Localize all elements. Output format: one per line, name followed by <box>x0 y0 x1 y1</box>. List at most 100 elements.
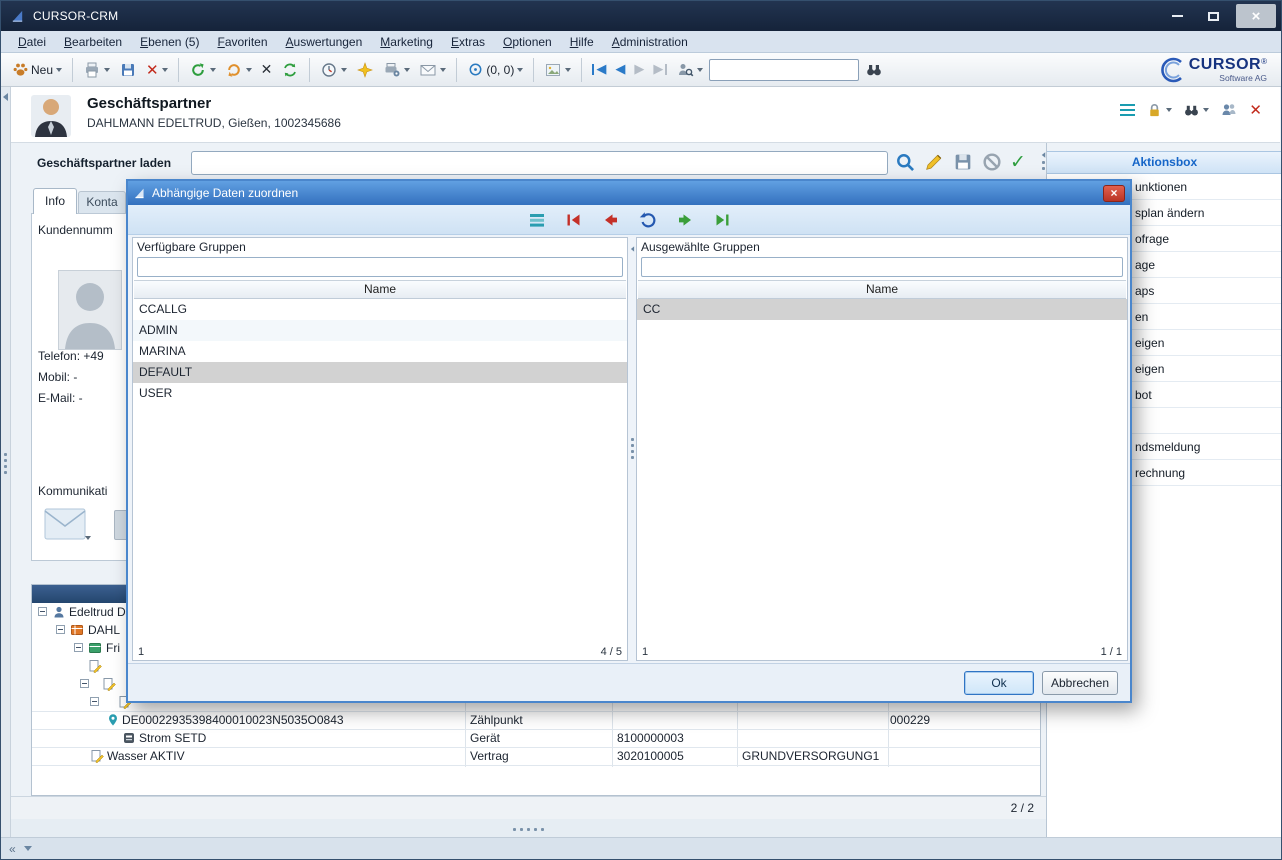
menu-hamburger-icon[interactable] <box>1120 104 1135 117</box>
favorite-button[interactable] <box>353 59 377 81</box>
group-row[interactable]: MARINA <box>133 341 627 362</box>
left-splitter-handle[interactable] <box>1 453 10 474</box>
available-groups-filter-input[interactable] <box>137 257 623 277</box>
redo-dropdown-icon[interactable] <box>246 68 252 72</box>
minimize-button[interactable] <box>1159 4 1195 28</box>
cancel-button[interactable]: Abbrechen <box>1042 671 1118 695</box>
group-row[interactable]: CCALLG <box>133 299 627 320</box>
history-button[interactable] <box>317 59 350 81</box>
splitter-handle-icon[interactable] <box>513 828 544 831</box>
refresh-button[interactable] <box>278 59 302 81</box>
collapse-toggle-icon[interactable] <box>74 643 83 652</box>
splitter-arrow-icon[interactable] <box>630 246 633 251</box>
collapse-double-arrow-icon[interactable]: « <box>9 844 16 854</box>
menu-administration[interactable]: Administration <box>603 33 697 51</box>
horizontal-splitter[interactable] <box>11 819 1046 839</box>
group-row-selected[interactable]: DEFAULT <box>133 362 627 383</box>
history-dropdown-icon[interactable] <box>341 68 347 72</box>
print-dropdown-icon[interactable] <box>104 68 110 72</box>
menu-datei[interactable]: Datei <box>9 33 55 51</box>
menu-ebenen[interactable]: Ebenen (5) <box>131 33 208 51</box>
collapse-toggle-icon[interactable] <box>80 679 89 688</box>
print-settings-button[interactable] <box>380 59 413 81</box>
collapse-down-arrow-icon[interactable] <box>24 846 32 851</box>
move-right-button[interactable] <box>673 208 697 232</box>
show-columns-button[interactable] <box>525 208 549 232</box>
lock-button[interactable] <box>1146 102 1172 119</box>
collapse-toggle-icon[interactable] <box>90 697 99 706</box>
save-disk-icon[interactable] <box>952 151 974 173</box>
group-row[interactable]: USER <box>133 383 627 404</box>
tree-row-vertrag[interactable]: Wasser AKTIV Vertrag 3020100005 GRUNDVER… <box>32 747 1040 765</box>
mail-dropdown-icon[interactable] <box>440 68 446 72</box>
tab-kontakt[interactable]: Konta <box>78 191 126 214</box>
print-settings-dropdown-icon[interactable] <box>404 68 410 72</box>
left-collapse-strip[interactable] <box>1 87 11 837</box>
search-in-record-dropdown-icon[interactable] <box>1203 108 1209 112</box>
revert-dropdown-icon[interactable] <box>210 68 216 72</box>
contact-persons-icon[interactable] <box>1220 101 1238 119</box>
ok-button[interactable]: Ok <box>964 671 1034 695</box>
menu-extras[interactable]: Extras <box>442 33 494 51</box>
revert-button[interactable] <box>186 59 219 81</box>
menu-optionen[interactable]: Optionen <box>494 33 561 51</box>
move-left-button[interactable] <box>599 208 623 232</box>
group-row[interactable]: ADMIN <box>133 320 627 341</box>
delete-dropdown-icon[interactable] <box>162 68 168 72</box>
new-record-button[interactable]: Neu <box>9 59 65 80</box>
collapse-left-arrow-icon[interactable] <box>3 93 8 101</box>
mail-button[interactable] <box>416 59 449 81</box>
person-search-button[interactable] <box>673 59 706 81</box>
big-envelope-icon[interactable] <box>44 508 86 542</box>
collapse-toggle-icon[interactable] <box>38 607 47 616</box>
edit-pencil-icon[interactable] <box>923 151 945 173</box>
selected-groups-filter-input[interactable] <box>641 257 1123 277</box>
counter-dropdown-icon[interactable] <box>517 68 523 72</box>
column-header-name[interactable]: Name <box>638 280 1126 299</box>
cancel-slash-icon[interactable] <box>981 151 1003 173</box>
group-row-selected[interactable]: CC <box>637 299 1127 320</box>
previous-record-button[interactable]: ◀ <box>612 60 628 80</box>
discard-button[interactable]: ✕ <box>258 61 276 79</box>
menu-marketing[interactable]: Marketing <box>371 33 442 51</box>
lock-dropdown-icon[interactable] <box>1166 108 1172 112</box>
undo-button[interactable] <box>636 208 660 232</box>
find-button[interactable] <box>862 59 886 81</box>
image-button[interactable] <box>541 59 574 81</box>
close-button[interactable]: × <box>1236 4 1276 28</box>
search-icon[interactable] <box>894 151 916 173</box>
new-dropdown-icon[interactable] <box>56 68 62 72</box>
selection-counter-button[interactable]: (0, 0) <box>464 59 526 80</box>
save-button[interactable] <box>116 59 140 81</box>
menu-favoriten[interactable]: Favoriten <box>208 33 276 51</box>
image-dropdown-icon[interactable] <box>565 68 571 72</box>
first-record-button[interactable]: ◀ <box>589 60 609 80</box>
splitter-handle-icon[interactable] <box>631 438 634 459</box>
menu-auswertungen[interactable]: Auswertungen <box>277 33 372 51</box>
last-record-button[interactable]: ▶ <box>650 60 670 80</box>
move-all-left-button[interactable] <box>562 208 586 232</box>
delete-button[interactable]: ✕ <box>143 61 171 79</box>
move-all-right-button[interactable] <box>710 208 734 232</box>
tree-row-geraet[interactable]: Strom SETD Gerät 8100000003 <box>32 729 1040 747</box>
load-partner-input[interactable] <box>191 151 888 175</box>
column-header-name[interactable]: Name <box>134 280 626 299</box>
confirm-check-icon[interactable]: ✓ <box>1010 151 1026 173</box>
person-search-icon <box>676 61 694 79</box>
close-record-icon[interactable]: ✕ <box>1249 103 1262 117</box>
envelope-dropdown-icon[interactable] <box>85 536 91 540</box>
menu-hilfe[interactable]: Hilfe <box>561 33 603 51</box>
redo-button[interactable] <box>222 59 255 81</box>
search-in-record-button[interactable] <box>1183 102 1209 119</box>
collapse-toggle-icon[interactable] <box>56 625 65 634</box>
print-button[interactable] <box>80 59 113 81</box>
person-search-dropdown-icon[interactable] <box>697 68 703 72</box>
dialog-close-button[interactable]: × <box>1103 185 1125 202</box>
maximize-button[interactable] <box>1195 4 1231 28</box>
tab-info[interactable]: Info <box>33 188 77 214</box>
next-record-button[interactable]: ▶ <box>631 60 647 80</box>
dialog-panel-splitter[interactable] <box>628 237 636 661</box>
menu-bearbeiten[interactable]: Bearbeiten <box>55 33 131 51</box>
tree-row-zaehlpunkt[interactable]: DE00022935398400010023N5035O0843 Zählpun… <box>32 711 1040 729</box>
toolbar-search-input[interactable] <box>709 59 859 81</box>
